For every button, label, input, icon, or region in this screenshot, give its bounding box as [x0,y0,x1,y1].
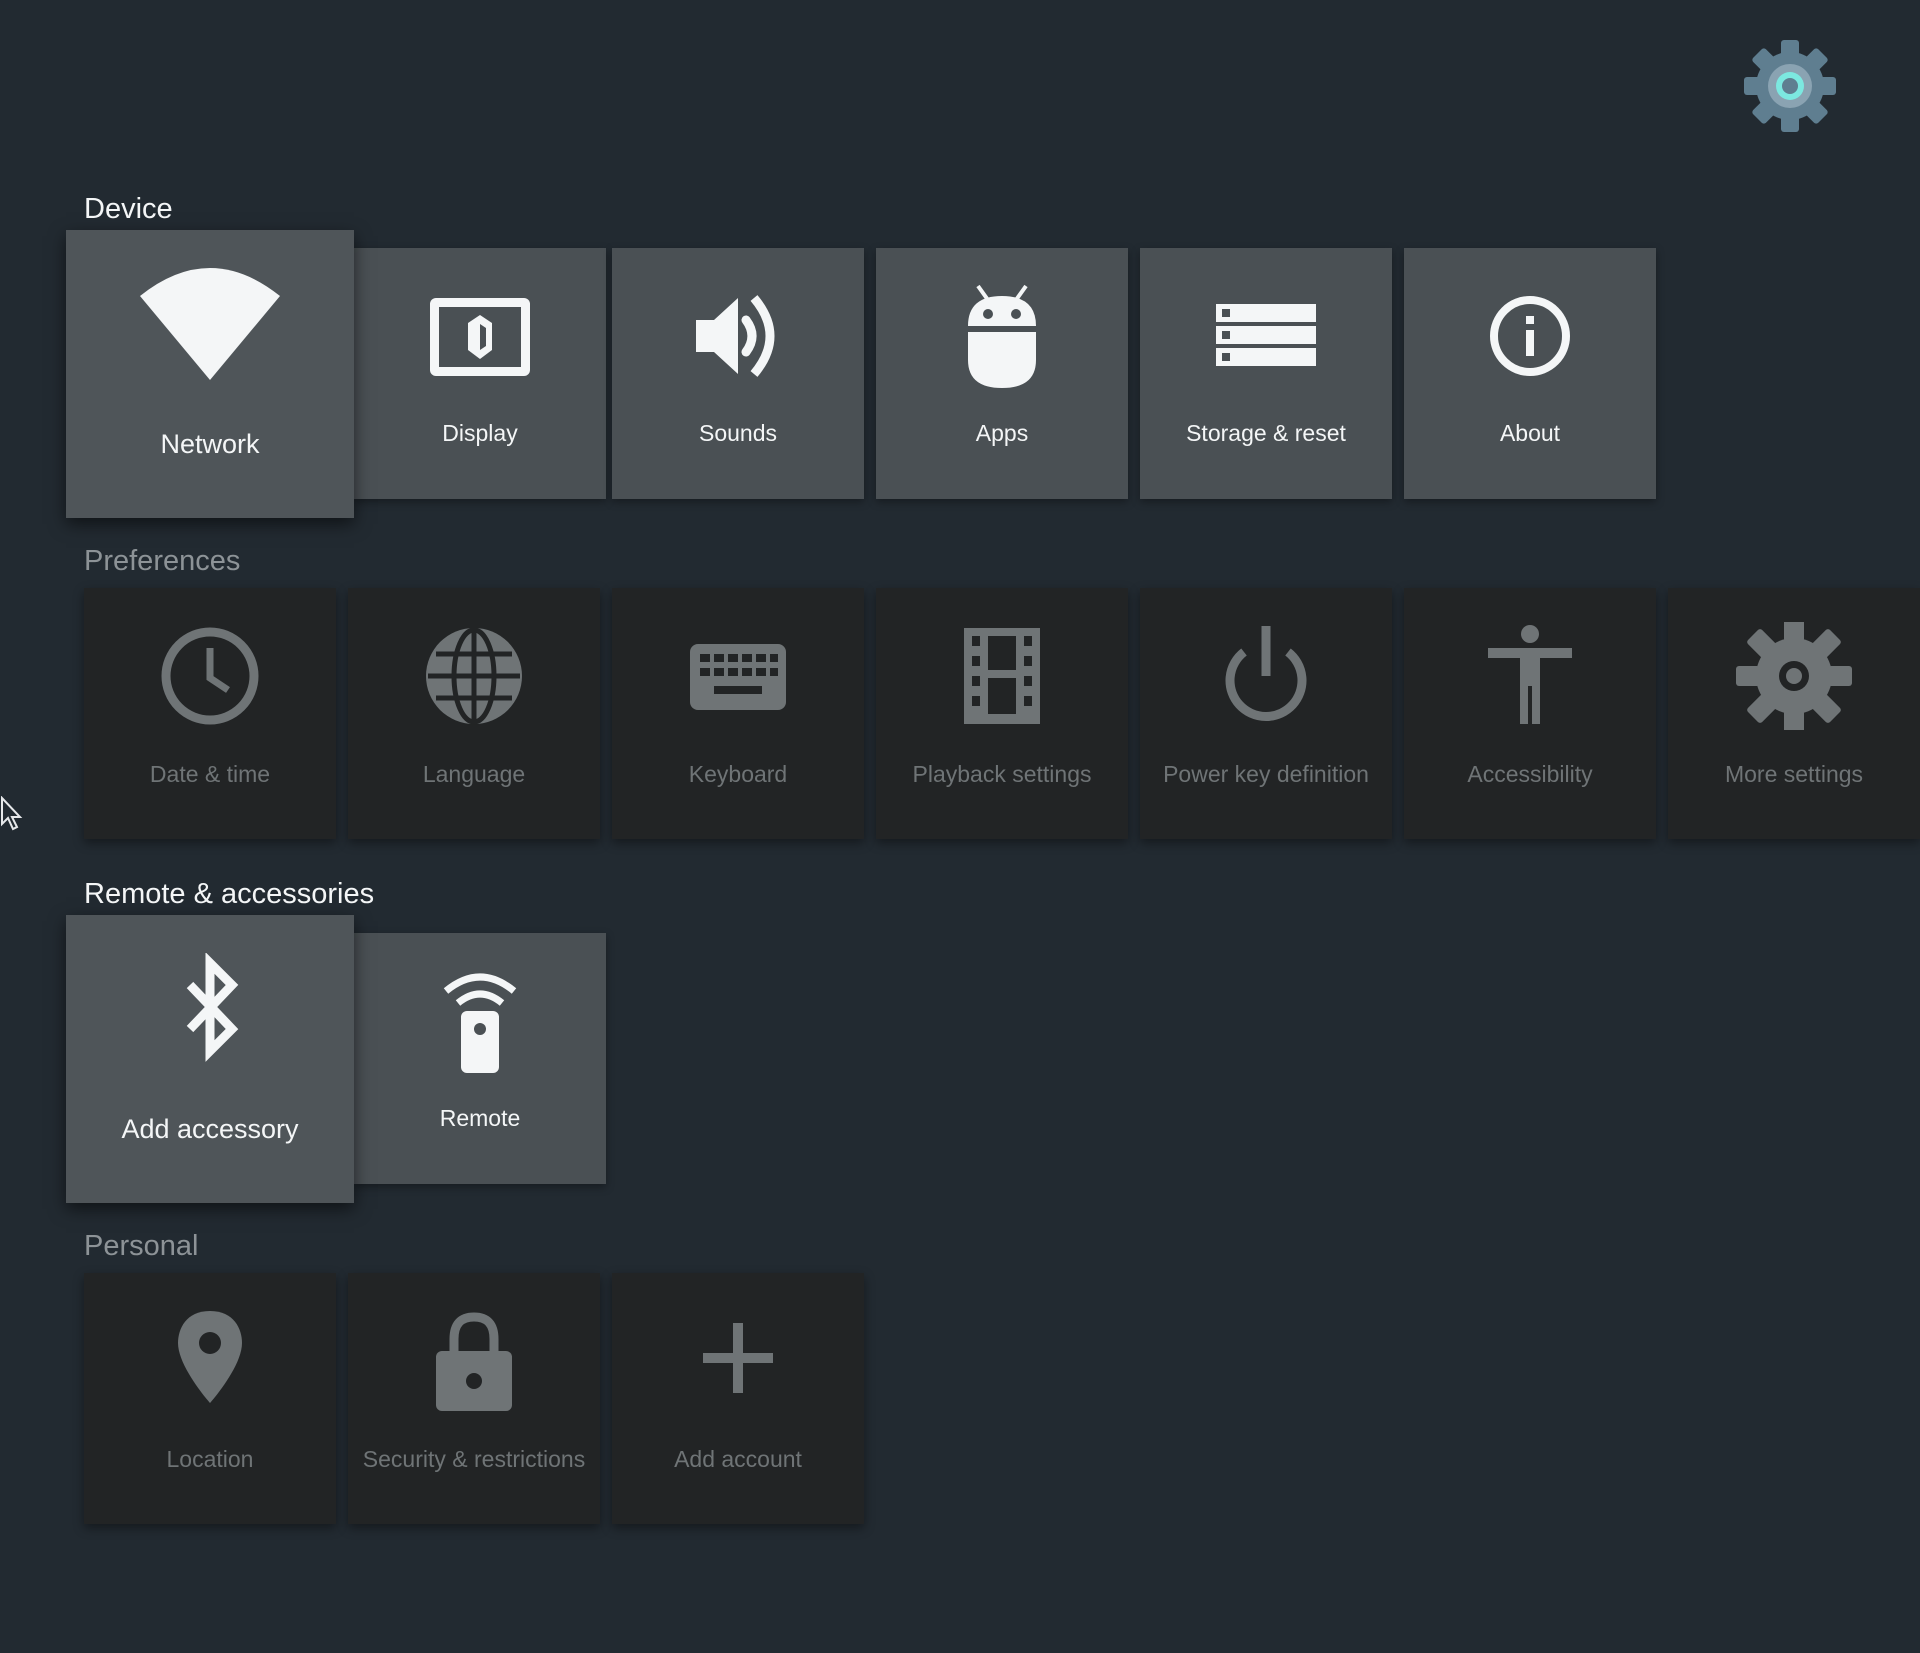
tile-location[interactable]: Location [84,1273,336,1524]
tile-label: Language [422,761,526,787]
tile-keyboard[interactable]: Keyboard [612,588,864,839]
settings-app-logo-icon [1744,40,1836,132]
tile-label: Remote [439,1105,521,1131]
tile-about[interactable]: About [1404,248,1656,499]
tile-label: Location [166,1446,254,1472]
clock-icon [84,622,336,730]
plus-icon [612,1307,864,1415]
tile-date-time[interactable]: Date & time [84,588,336,839]
tile-label: Playback settings [912,761,1092,787]
tile-remote[interactable]: Remote [354,933,606,1184]
section-title-personal: Personal [84,1230,199,1262]
lock-icon [348,1307,600,1415]
tile-label: Network [160,429,260,459]
mouse-cursor-icon [1,796,23,831]
tile-display[interactable]: Display [354,248,606,499]
power-icon [1140,622,1392,730]
tile-label: Add account [674,1446,802,1472]
tile-more-settings[interactable]: More settings [1668,588,1920,839]
tile-language[interactable]: Language [348,588,600,839]
bluetooth-icon [66,953,354,1075]
tile-label: More settings [1724,761,1864,787]
section-title-remote-accessories: Remote & accessories [84,878,375,910]
tile-label: Date & time [149,761,271,787]
tile-network[interactable]: Network [66,230,354,518]
tile-storage-reset[interactable]: Storage & reset [1140,248,1392,499]
tile-label: Storage & reset [1186,420,1346,446]
tile-label: Sounds [698,420,777,446]
tile-label: Apps [975,420,1029,446]
volume-icon [612,282,864,390]
tile-security-restrictions[interactable]: Security & restrictions [348,1273,600,1524]
tile-label: About [1499,420,1561,446]
display-icon [354,282,606,390]
keyboard-icon [612,622,864,730]
tile-label: Accessibility [1467,761,1593,787]
tile-label: Keyboard [688,761,788,787]
tile-power-key-definition[interactable]: Power key definition [1140,588,1392,839]
tile-label: Display [442,420,518,446]
tile-add-account[interactable]: Add account [612,1273,864,1524]
tile-add-accessory[interactable]: Add accessory [66,915,354,1203]
wifi-icon [66,268,354,390]
tile-label: Add accessory [121,1114,299,1144]
tile-label: Power key definition [1163,761,1369,787]
gear-icon [1668,622,1920,730]
tile-label: Security & restrictions [362,1446,586,1472]
android-icon [876,282,1128,390]
storage-icon [1140,282,1392,390]
section-title-device: Device [84,193,173,225]
globe-icon [348,622,600,730]
tile-playback-settings[interactable]: Playback settings [876,588,1128,839]
tile-sounds[interactable]: Sounds [612,248,864,499]
remote-icon [354,967,606,1075]
tile-accessibility[interactable]: Accessibility [1404,588,1656,839]
tile-apps[interactable]: Apps [876,248,1128,499]
section-title-preferences: Preferences [84,545,241,577]
location-pin-icon [84,1307,336,1415]
film-icon [876,622,1128,730]
accessibility-icon [1404,622,1656,730]
info-icon [1404,282,1656,390]
